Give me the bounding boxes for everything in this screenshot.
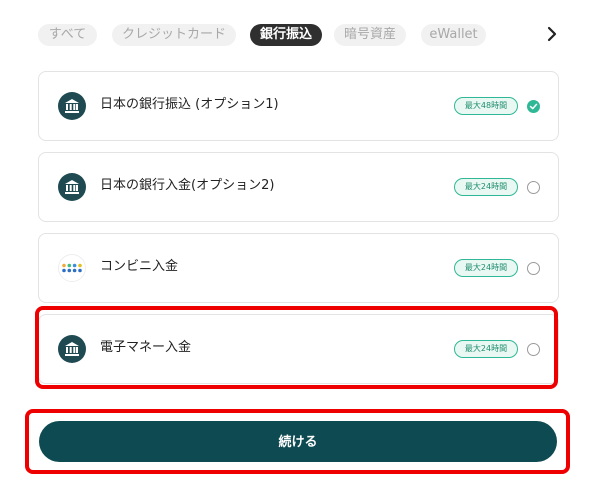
payment-method-bank-deposit-option2[interactable]: 日本の銀行入金(オプション2) 最大24時間 bbox=[38, 152, 559, 222]
radio-checked-icon[interactable] bbox=[527, 100, 540, 113]
payment-method-label: コンビニ入金 bbox=[100, 259, 179, 274]
continue-button[interactable]: 続ける bbox=[39, 421, 557, 462]
bank-icon bbox=[58, 173, 86, 201]
chevron-right-icon[interactable] bbox=[543, 22, 561, 46]
tab-crypto[interactable]: 暗号資産 bbox=[334, 24, 406, 46]
convenience-store-dots-icon bbox=[58, 254, 86, 282]
payment-method-label: 日本の銀行入金(オプション2) bbox=[100, 178, 275, 193]
tab-ewallet[interactable]: eWallet bbox=[421, 24, 486, 46]
highlight-box-e-money bbox=[35, 306, 558, 389]
payment-method-label: 日本の銀行振込 (オプション1) bbox=[100, 97, 279, 112]
tab-all[interactable]: すべて bbox=[38, 24, 97, 46]
payment-method-bank-transfer-option1[interactable]: 日本の銀行振込 (オプション1) 最大48時間 bbox=[38, 71, 559, 141]
tab-bank-transfer[interactable]: 銀行振込 bbox=[250, 24, 322, 46]
radio-unchecked-icon[interactable] bbox=[527, 262, 540, 275]
processing-time-badge: 最大48時間 bbox=[454, 97, 518, 115]
bank-icon bbox=[58, 92, 86, 120]
processing-time-badge: 最大24時間 bbox=[454, 259, 518, 277]
radio-unchecked-icon[interactable] bbox=[527, 181, 540, 194]
tab-credit-card[interactable]: クレジットカード bbox=[112, 24, 236, 46]
payment-method-convenience-store[interactable]: コンビニ入金 最大24時間 bbox=[38, 233, 559, 303]
processing-time-badge: 最大24時間 bbox=[454, 178, 518, 196]
category-tabs: すべて クレジットカード 銀行振込 暗号資産 eWallet bbox=[38, 24, 568, 46]
